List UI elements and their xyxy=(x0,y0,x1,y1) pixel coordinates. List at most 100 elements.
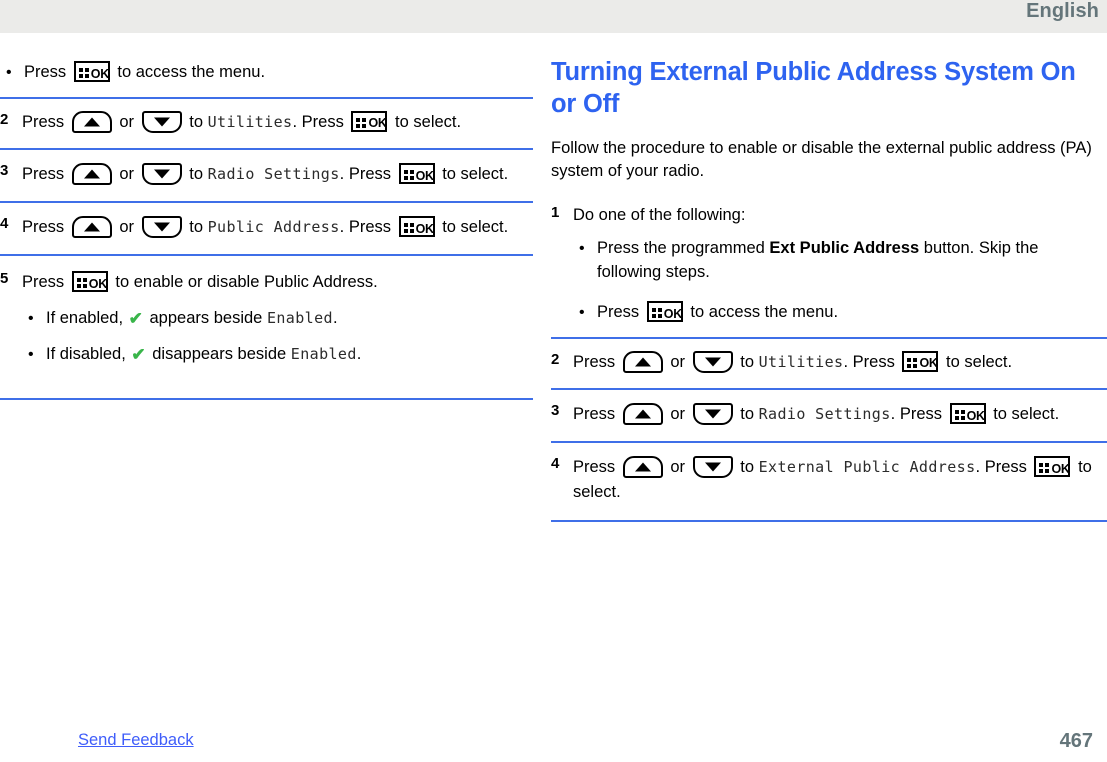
press-word: Press xyxy=(573,458,616,477)
right-column: Turning External Public Address System O… xyxy=(551,33,1107,522)
bullet-dot: • xyxy=(28,345,34,363)
bullet-dot: • xyxy=(579,304,585,322)
bullet-text: Press the programmed Ext Public Address … xyxy=(597,237,1107,285)
ok-key-label: OK xyxy=(415,169,434,184)
step-intro-text: Do one of the following: xyxy=(573,206,746,225)
ok-key-icon: OK xyxy=(902,351,939,373)
ok-key-icon: OK xyxy=(646,301,683,323)
or-word: or xyxy=(119,113,135,131)
press-word-2: Press xyxy=(301,113,344,131)
ok-key-icon: OK xyxy=(73,61,110,82)
step-text: Press or to External Public Address. Pre… xyxy=(573,455,1107,505)
press-word-2: Press xyxy=(348,218,391,237)
step-text: Press OK to enable or disable Public Add… xyxy=(22,270,533,367)
bullet-text: Press OK to access the menu. xyxy=(597,301,1107,325)
menu-item-name: External Public Address xyxy=(758,458,976,477)
step-text: Press or to Radio Settings. Press OK to … xyxy=(573,402,1107,427)
ok-key-icon: OK xyxy=(1034,456,1071,478)
down-arrow-key-icon xyxy=(692,351,733,374)
step-4: 4 Press or to Public Address. Press OK t… xyxy=(0,203,533,254)
down-arrow-key-icon xyxy=(141,163,182,186)
page-number: 467 xyxy=(1059,730,1093,752)
period: . xyxy=(292,113,298,131)
list-item: • Press the programmed Ext Public Addres… xyxy=(573,237,1107,285)
step-tail: to select. xyxy=(993,405,1060,424)
up-arrow-key-icon xyxy=(622,351,663,374)
step-number: 2 xyxy=(0,111,9,128)
press-word-2: Press xyxy=(984,458,1027,477)
step-2: 2 Press or to Utilities. Press OK to sel… xyxy=(0,99,533,148)
step-tail: to select. xyxy=(442,165,509,184)
period: . xyxy=(332,309,338,328)
intro-paragraph: Follow the procedure to enable or disabl… xyxy=(551,138,1092,180)
bullet-suffix: to access the menu. xyxy=(690,303,839,322)
down-arrow-key-icon xyxy=(141,111,182,133)
step-3: 3 Press or to Radio Settings. Press OK t… xyxy=(551,390,1107,441)
step-text: Press or to Public Address. Press OK to … xyxy=(22,215,533,240)
to-word: to xyxy=(189,165,203,184)
bullet-dot: • xyxy=(579,240,585,258)
step-tail: to select. xyxy=(442,218,509,237)
list-item: • If enabled, ✔ appears beside Enabled. xyxy=(22,307,533,332)
menu-grid-icon xyxy=(78,68,89,78)
press-word-2: Press xyxy=(899,405,942,424)
bullet-middle: disappears beside xyxy=(152,344,287,363)
bullet-tail: to access the menu. xyxy=(117,63,266,81)
menu-grid-icon xyxy=(403,223,414,234)
send-feedback-link[interactable]: Send Feedback xyxy=(78,731,194,750)
menu-item-name: Utilities xyxy=(207,113,293,131)
menu-item-name: Radio Settings xyxy=(758,405,891,424)
press-word: Press xyxy=(573,405,616,424)
bullet-prefix: Press the programmed xyxy=(597,239,765,258)
bullet-text: Press OK to access the menu. xyxy=(24,61,533,85)
up-arrow-key-icon xyxy=(71,111,112,133)
bullet-dot: • xyxy=(6,64,12,81)
period: . xyxy=(890,405,896,424)
ok-key-label: OK xyxy=(415,222,434,237)
press-word-2: Press xyxy=(348,165,391,184)
down-arrow-key-icon xyxy=(692,403,733,426)
press-word-2: Press xyxy=(852,353,895,372)
list-item: • Press OK to access the menu. xyxy=(0,61,533,85)
ok-key-icon: OK xyxy=(398,163,435,185)
or-word: or xyxy=(119,165,135,184)
period: . xyxy=(843,353,849,372)
period: . xyxy=(339,165,345,184)
step-number: 3 xyxy=(551,402,560,420)
ok-key-label: OK xyxy=(88,277,107,292)
step-2: 2 Press or to Utilities. Press OK to sel… xyxy=(551,339,1107,388)
page-title: Turning External Public Address System O… xyxy=(551,58,1076,118)
step-number: 3 xyxy=(0,162,9,180)
step-number: 2 xyxy=(551,351,560,369)
ok-key-label: OK xyxy=(663,307,682,322)
step-text: Do one of the following: • Press the pro… xyxy=(573,204,1107,325)
menu-grid-icon xyxy=(907,358,918,369)
step-text: Press or to Radio Settings. Press OK to … xyxy=(22,162,533,187)
bullet-text: If disabled, ✔ disappears beside Enabled… xyxy=(46,343,533,368)
divider xyxy=(551,519,1107,522)
header-language-label: English xyxy=(1026,0,1099,22)
continued-bullet-block: • Press OK to access the menu. xyxy=(0,33,533,97)
press-word: Press xyxy=(22,273,65,292)
menu-grid-icon xyxy=(954,410,965,421)
step-number: 1 xyxy=(551,204,560,222)
down-arrow-key-icon xyxy=(692,456,733,479)
manual-page: English • Press OK to access the menu. 2… xyxy=(0,0,1107,762)
menu-grid-icon xyxy=(651,308,662,319)
step-4: 4 Press or to External Public Address. P… xyxy=(551,443,1107,519)
bullet-prefix: If disabled, xyxy=(46,344,126,363)
list-item: • Press OK to access the menu. xyxy=(573,301,1107,325)
left-column: • Press OK to access the menu. 2 Press o… xyxy=(0,33,533,400)
step-1: 1 Do one of the following: • Press the p… xyxy=(551,182,1107,337)
up-arrow-key-icon xyxy=(622,456,663,479)
up-arrow-key-icon xyxy=(622,403,663,426)
bullet-text: If enabled, ✔ appears beside Enabled. xyxy=(46,307,533,332)
step-5: 5 Press OK to enable or disable Public A… xyxy=(0,256,533,397)
step-3: 3 Press or to Radio Settings. Press OK t… xyxy=(0,150,533,201)
bullet-prefix: If enabled, xyxy=(46,309,124,328)
ok-key-icon: OK xyxy=(949,403,986,425)
menu-grid-icon xyxy=(356,118,367,128)
to-word: to xyxy=(740,405,754,424)
or-word: or xyxy=(670,353,686,372)
step-tail: to enable or disable Public Address. xyxy=(115,273,378,292)
